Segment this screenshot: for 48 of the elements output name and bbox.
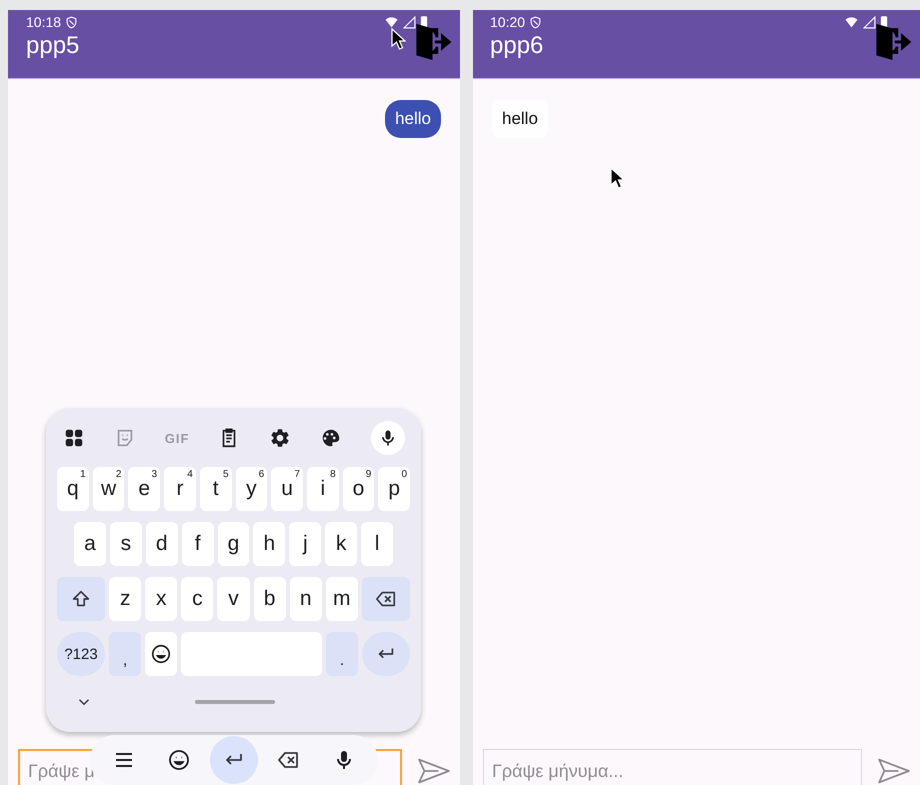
smiley-icon xyxy=(150,643,172,665)
letter-key[interactable]: f xyxy=(182,522,214,566)
settings-icon[interactable] xyxy=(269,427,292,449)
letter-key[interactable]: m xyxy=(326,577,358,621)
letter-key[interactable]: v xyxy=(217,577,250,621)
letter-key[interactable]: s xyxy=(110,522,142,566)
letter-key[interactable]: g xyxy=(218,522,250,566)
letter-key[interactable]: a xyxy=(74,522,106,566)
letter-key[interactable]: n xyxy=(290,577,322,621)
smiley-icon[interactable] xyxy=(166,748,191,772)
letter-key[interactable]: j xyxy=(289,522,322,566)
wifi-icon xyxy=(384,16,399,28)
letter-key[interactable]: k xyxy=(325,522,358,566)
status-time: 10:20 xyxy=(490,14,526,30)
message-bubble: hello xyxy=(492,100,548,138)
letter-key[interactable]: d xyxy=(146,522,178,566)
letter-key[interactable]: c xyxy=(181,577,214,621)
voice-input-button[interactable] xyxy=(370,421,405,455)
send-icon[interactable] xyxy=(876,757,912,785)
exit-door-icon[interactable] xyxy=(874,22,912,60)
drag-handle[interactable] xyxy=(194,700,274,704)
signal-icon xyxy=(403,16,416,28)
grid-icon[interactable] xyxy=(63,427,85,449)
enter-key[interactable] xyxy=(362,632,410,676)
exit-door-icon[interactable] xyxy=(414,22,452,60)
emoji-key[interactable] xyxy=(145,632,178,676)
shift-key[interactable] xyxy=(57,577,106,621)
letter-key[interactable]: l xyxy=(361,522,394,566)
mouse-pointer-icon xyxy=(390,27,406,51)
letter-key[interactable]: z xyxy=(109,577,142,621)
shield-icon xyxy=(529,16,542,28)
symbols-key[interactable]: ?123 xyxy=(57,632,106,676)
punctuation-key[interactable]: , xyxy=(109,632,142,676)
message-bubble: hello xyxy=(385,100,441,138)
shield-icon xyxy=(65,16,78,28)
letter-key[interactable]: b xyxy=(254,577,286,621)
send-icon[interactable] xyxy=(416,757,452,785)
backspace-key[interactable] xyxy=(362,577,410,621)
mouse-pointer-icon xyxy=(609,166,625,190)
message-input[interactable]: Γράψε μήνυμα... xyxy=(483,749,862,785)
signal-icon xyxy=(863,16,876,28)
wifi-icon xyxy=(844,16,859,28)
letter-key[interactable]: h xyxy=(253,522,286,566)
chat-title: ppp6 xyxy=(490,32,544,60)
letter-key[interactable]: x xyxy=(145,577,178,621)
chat-title: ppp5 xyxy=(26,32,80,60)
punctuation-key[interactable]: . xyxy=(326,632,358,676)
status-time: 10:18 xyxy=(26,14,62,30)
